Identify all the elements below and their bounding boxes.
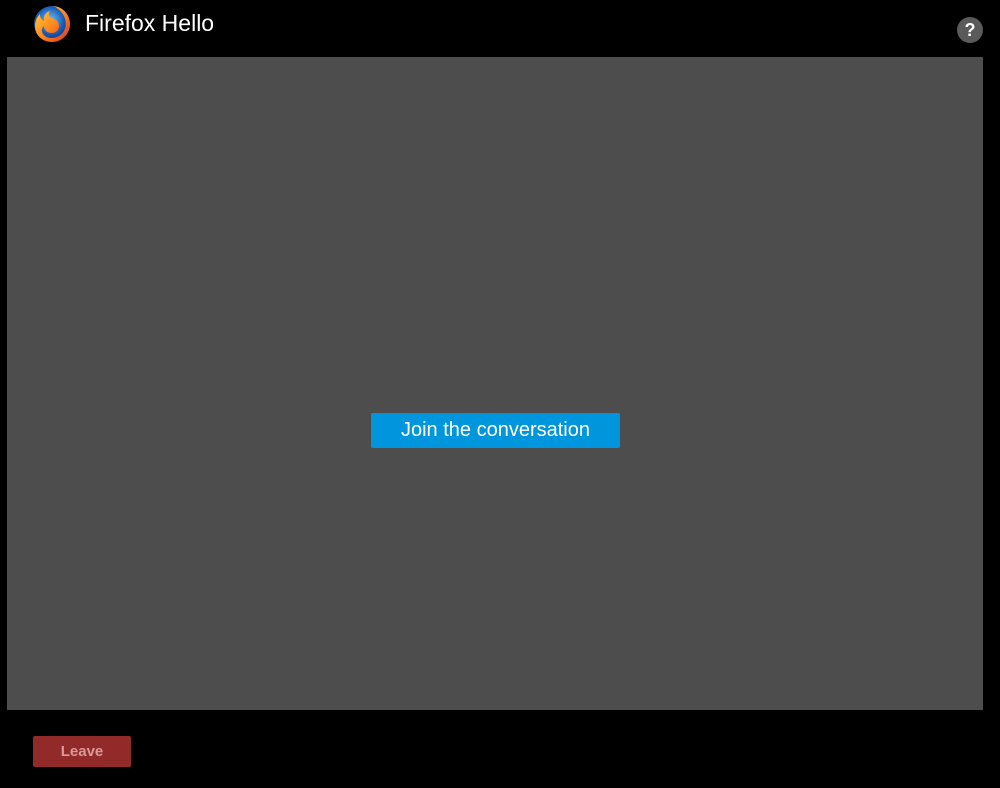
video-area: Join the conversation — [7, 57, 983, 710]
app-header: Firefox Hello ? — [0, 0, 1000, 56]
firefox-logo-icon — [34, 6, 70, 42]
leave-button[interactable]: Leave — [33, 736, 131, 767]
conversation-footer: Leave — [0, 710, 1000, 788]
join-conversation-button[interactable]: Join the conversation — [371, 413, 620, 448]
help-icon[interactable]: ? — [957, 17, 983, 43]
app-title: Firefox Hello — [85, 10, 215, 36]
